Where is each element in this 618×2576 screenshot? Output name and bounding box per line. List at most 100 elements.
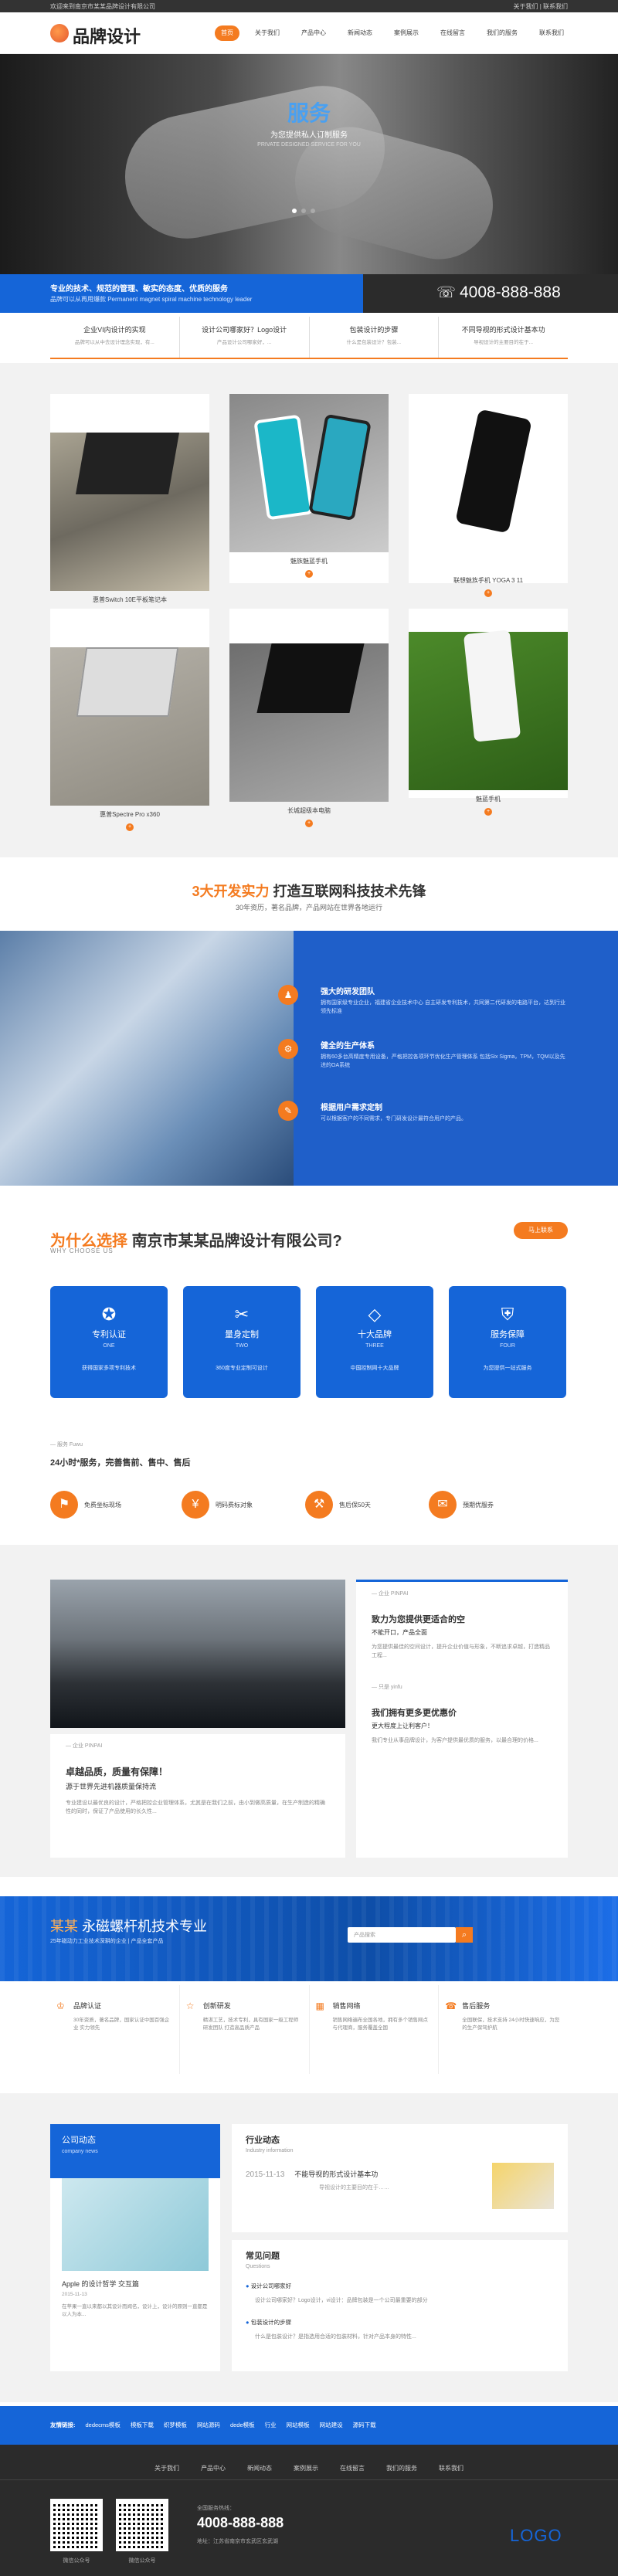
product-more-icon[interactable]: +	[305, 820, 313, 827]
laptop-shape	[75, 433, 180, 494]
footer-nav-item[interactable]: 关于我们	[154, 2464, 179, 2472]
nav-services[interactable]: 我们的服务	[480, 25, 524, 41]
company-news-card-title[interactable]: Apple 的设计哲学 交互篇	[62, 2279, 209, 2289]
friend-link[interactable]: 源码下载	[353, 2421, 376, 2429]
faq-item[interactable]: ● 设计公司哪家好	[246, 2282, 554, 2290]
company-news-header: 公司动态 company news	[50, 2124, 220, 2178]
service-item[interactable]: 不同导视的形式设计基本功 导视设计的主要目的在于...	[439, 317, 568, 358]
nav-home[interactable]: 首页	[215, 25, 239, 41]
product-image-laptop[interactable]	[50, 647, 209, 806]
advantage-title: 品牌认证	[73, 2002, 102, 2010]
friend-link[interactable]: 网站源码	[197, 2421, 220, 2429]
service-item[interactable]: 设计公司哪家好？Logo设计 产品设计公司哪家好，...	[180, 317, 310, 358]
footer-nav-item[interactable]: 案例展示	[294, 2464, 318, 2472]
case-desc: 专业建设以最优良的设计，严格把控企业管理体系，尤其是在我们之前，由小到做高质量，…	[66, 1800, 325, 1815]
friend-link[interactable]: 织梦模板	[164, 2421, 187, 2429]
qr-code-icon	[116, 2499, 168, 2551]
product-caption[interactable]: 长城超级本电脑	[229, 806, 389, 815]
product-caption[interactable]: 魅族魅蓝手机	[229, 557, 389, 565]
footer-nav-item[interactable]: 在线留言	[340, 2464, 365, 2472]
logo-icon[interactable]	[50, 24, 69, 42]
right-case-desc: 我们专业从事品牌设计，为客户提供最优质的服务，以最合理的价格...	[372, 1738, 538, 1744]
nav-news[interactable]: 新闻动态	[341, 25, 379, 41]
nav-about[interactable]: 关于我们	[249, 25, 286, 41]
product-more-icon[interactable]: +	[484, 589, 492, 597]
slider-dot[interactable]	[311, 209, 315, 213]
service-feature: ⚑ 免费坐标现场	[50, 1491, 174, 1522]
badge-icon: ♔	[56, 2001, 65, 2011]
product-image-phone[interactable]	[409, 409, 568, 572]
service-title: 包装设计的步骤	[349, 326, 399, 334]
coupon-icon: ✉	[429, 1491, 457, 1519]
product-card[interactable]: 魅族魅蓝手机 +	[229, 394, 389, 583]
product-search-input[interactable]: 产品搜索	[348, 1927, 456, 1943]
product-caption[interactable]: 惠普Switch 10E平板笔记本	[50, 596, 209, 604]
product-more-icon[interactable]: +	[305, 570, 313, 578]
why-card[interactable]: ✪ 专利认证 ONE 获得国家多项专利技术	[50, 1286, 168, 1398]
faq-title: 常见问题	[246, 2252, 280, 2261]
nav-cases[interactable]: 案例展示	[388, 25, 425, 41]
product-image-phone-grass[interactable]	[409, 630, 568, 790]
service-feature: ⚒ 售后保50天	[305, 1491, 429, 1522]
friend-link[interactable]: 模板下载	[131, 2421, 154, 2429]
hotline-number: 4008-888-888	[460, 283, 561, 301]
contact-now-button[interactable]: 马上联系	[514, 1222, 568, 1239]
custom-icon: ✎	[278, 1101, 298, 1121]
service-feature-label: 售后保50天	[339, 1501, 371, 1509]
service-desc: 产品设计公司哪家好，...	[216, 340, 272, 345]
slogan-line1: 专业的技术、规范的管理、敏实的态度、优质的服务	[50, 285, 228, 294]
machine-image[interactable]	[50, 1580, 345, 1728]
logo-text[interactable]: 品牌设计	[73, 23, 141, 48]
company-news-title: 公司动态	[62, 2136, 96, 2145]
service-item[interactable]: 企业VI内设计的实现 品牌可以从中去设计理念实现，有...	[50, 317, 180, 358]
product-caption[interactable]: 联想魅族手机 YOGA 3 11	[409, 576, 568, 585]
product-card[interactable]: 长城超级本电脑 +	[229, 609, 389, 827]
footer-nav-item[interactable]: 我们的服务	[386, 2464, 417, 2472]
why-card-en: ONE	[103, 1343, 115, 1349]
why-card-title: 专利认证	[92, 1330, 126, 1339]
slider-dot[interactable]	[301, 209, 306, 213]
why-card[interactable]: ⛨ 服务保障 FOUR 为您提供一站式服务	[449, 1286, 566, 1398]
nav-message[interactable]: 在线留言	[434, 25, 471, 41]
search-icon[interactable]: ⌕	[456, 1927, 473, 1943]
phone-shape	[455, 409, 532, 534]
advantage-desc: 全国联保，技术支持 24小时快速响应，为您的生产保驾护航	[462, 2018, 560, 2031]
product-card[interactable]: 惠普Switch 10E平板笔记本 +	[50, 394, 209, 616]
product-image-laptop[interactable]	[50, 433, 209, 591]
footer-nav-item[interactable]: 联系我们	[439, 2464, 464, 2472]
industry-news-headline[interactable]: 不能导视的形式设计基本功	[294, 2170, 378, 2178]
footer-nav-item[interactable]: 产品中心	[201, 2464, 226, 2472]
price-icon: ¥	[182, 1491, 209, 1519]
footer-nav-item[interactable]: 新闻动态	[247, 2464, 272, 2472]
nav-contact[interactable]: 联系我们	[533, 25, 570, 41]
industry-news-image[interactable]	[492, 2163, 554, 2209]
company-news-box: 公司动态 company news Apple 的设计哲学 交互篇 2015-1…	[50, 2124, 220, 2371]
service-item[interactable]: 包装设计的步骤 什么是包装设计？包装...	[310, 317, 440, 358]
product-image-phones[interactable]	[229, 394, 389, 552]
friend-link[interactable]: dedecms模板	[86, 2421, 121, 2429]
product-card[interactable]: 魅蓝手机 +	[409, 609, 568, 816]
friend-link[interactable]: 网站建设	[320, 2421, 343, 2429]
friend-link[interactable]: 网站模板	[287, 2421, 310, 2429]
friend-links-label: 友情链接:	[50, 2422, 76, 2428]
nav-products[interactable]: 产品中心	[295, 25, 332, 41]
product-card[interactable]: 联想魅族手机 YOGA 3 11 +	[409, 394, 568, 597]
faq-item[interactable]: ● 包装设计的步骤	[246, 2318, 554, 2327]
slider-dot[interactable]	[292, 209, 297, 213]
apple-design-image[interactable]	[62, 2178, 209, 2271]
qr-caption: 微信公众号	[128, 2558, 156, 2564]
product-card[interactable]: 惠普Spectre Pro x360 +	[50, 609, 209, 831]
product-more-icon[interactable]: +	[484, 808, 492, 816]
top-links[interactable]: 关于我们 | 联系我们	[513, 2, 568, 11]
product-more-icon[interactable]: +	[126, 823, 134, 831]
product-caption[interactable]: 魅蓝手机	[409, 795, 568, 803]
product-caption[interactable]: 惠普Spectre Pro x360	[50, 810, 209, 819]
case-small-label: — 企业 PINPAI	[66, 1743, 103, 1749]
product-image-ultrabook[interactable]	[229, 643, 389, 802]
custom-icon: ✂	[234, 1305, 250, 1324]
why-card[interactable]: ◇ 十大品牌 THREE 中国控制网十大品牌	[316, 1286, 433, 1398]
friend-link[interactable]: dede模板	[230, 2421, 255, 2429]
why-card[interactable]: ✂ 量身定制 TWO 360度专业定制可设计	[183, 1286, 301, 1398]
friend-link[interactable]: 行业	[265, 2421, 277, 2429]
footer-logo[interactable]: LOGO	[510, 2526, 562, 2546]
